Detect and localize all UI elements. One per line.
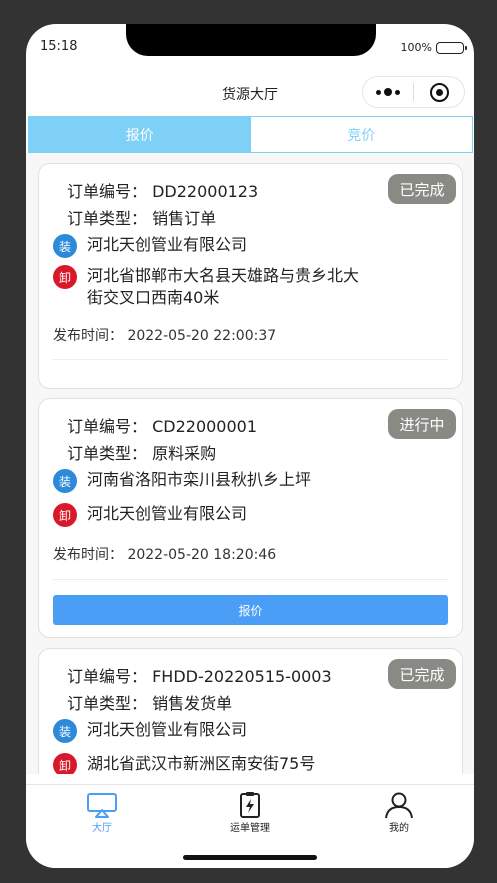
more-icon[interactable] [363,88,413,96]
order-list[interactable]: 订单编号： DD22000123 订单类型： 销售订单 已完成 装 河北天创管业… [26,153,474,774]
battery-percent: 100% [400,41,432,54]
load-address-row: 装 河北天创管业有限公司 [53,234,367,258]
order-number: 订单编号： FHDD-20220515-0003 [67,667,332,686]
user-icon [385,792,413,819]
tabbar-item-waybill[interactable]: 运单管理 [190,791,310,834]
divider [53,359,448,360]
tabbar-label: 大厅 [92,823,112,834]
load-address-row: 装 河南省洛阳市栾川县秋扒乡上坪 [53,469,367,493]
order-card[interactable]: 订单编号： CD22000001 订单类型： 原料采购 进行中 装 河南省洛阳市… [38,398,463,638]
notch [126,24,376,56]
tabbar-label: 我的 [389,823,409,834]
publish-time: 发布时间： 2022-05-20 18:20:46 [53,547,277,563]
order-number: 订单编号： CD22000001 [67,417,258,436]
publish-time: 发布时间： 2022-05-20 22:00:37 [53,328,277,344]
tabbar-item-hall[interactable]: 大厅 [42,791,162,834]
load-icon: 装 [53,469,77,493]
order-type: 订单类型： 销售发货单 [67,694,233,713]
status-badge: 进行中 [388,409,456,439]
home-indicator [183,855,317,860]
unload-address: 河北天创管业有限公司 [87,504,248,523]
unload-address-row: 卸 湖北省武汉市新洲区南安街75号 [53,753,367,774]
order-type: 订单类型： 原料采购 [67,444,217,463]
status-right: 100% [400,41,467,54]
close-target-icon[interactable] [414,82,464,102]
unload-icon: 卸 [53,753,77,774]
unload-address: 湖北省武汉市新洲区南安街75号 [87,754,316,773]
tab-bidding[interactable]: 竞价 [250,117,472,152]
tab-bar-top: 报价 竞价 [28,116,473,153]
unload-address-row: 卸 河北省邯郸市大名县天雄路与贵乡北大街交叉口西南40米 [53,265,367,309]
load-address-row: 装 河北天创管业有限公司 [53,719,367,743]
load-address: 河北天创管业有限公司 [87,235,248,254]
status-badge: 已完成 [388,659,456,689]
quote-button[interactable]: 报价 [53,595,448,625]
order-card[interactable]: 订单编号： FHDD-20220515-0003 订单类型： 销售发货单 已完成… [38,648,463,774]
load-address: 河北天创管业有限公司 [87,720,248,739]
load-icon: 装 [53,719,77,743]
order-number: 订单编号： DD22000123 [67,182,259,201]
load-address: 河南省洛阳市栾川县秋扒乡上坪 [87,470,312,489]
order-card[interactable]: 订单编号： DD22000123 订单类型： 销售订单 已完成 装 河北天创管业… [38,163,463,389]
tabbar-label: 运单管理 [230,823,270,834]
status-time: 15:18 [40,39,78,54]
unload-icon: 卸 [53,265,77,289]
tab-quote[interactable]: 报价 [29,117,251,152]
hall-icon [87,793,117,818]
waybill-icon [240,792,260,818]
load-icon: 装 [53,234,77,258]
divider [53,579,448,580]
unload-address: 河北省邯郸市大名县天雄路与贵乡北大街交叉口西南40米 [87,266,360,307]
mini-program-capsule [362,76,465,108]
unload-address-row: 卸 河北天创管业有限公司 [53,503,367,527]
phone-screen: 15:18 100% 货源大厅 报价 竞价 订单编号： DD22000123 订… [26,24,474,868]
bottom-tab-bar: 大厅 运单管理 我的 [26,784,474,868]
tabbar-item-mine[interactable]: 我的 [339,791,459,834]
battery-icon [436,41,467,54]
unload-icon: 卸 [53,503,77,527]
status-badge: 已完成 [388,174,456,204]
order-type: 订单类型： 销售订单 [67,209,217,228]
